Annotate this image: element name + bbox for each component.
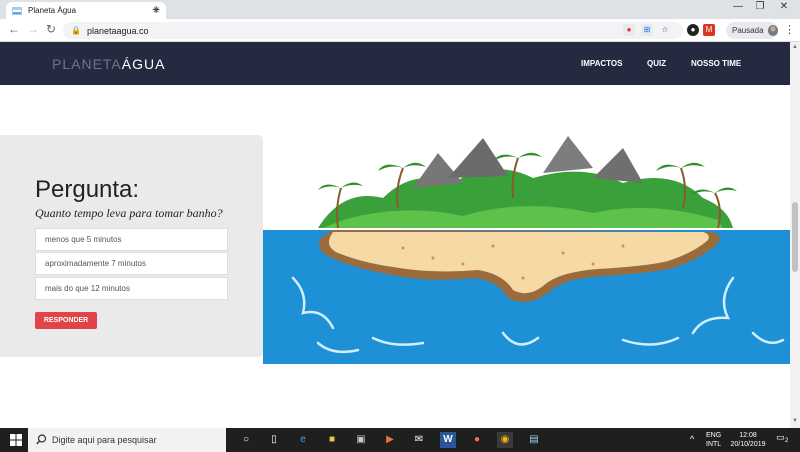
- island-illustration: [263, 136, 790, 364]
- nav-link-quiz[interactable]: QUIZ: [647, 59, 666, 68]
- edge-browser-icon[interactable]: e: [295, 432, 311, 448]
- task-view-icon[interactable]: ▯: [266, 432, 282, 448]
- app-window-icon[interactable]: ▤: [526, 432, 542, 448]
- close-window-button[interactable]: ✕: [773, 1, 795, 12]
- clock[interactable]: 12:08 20/10/2019: [728, 431, 768, 449]
- browser-toolbar: ← → ↻ 🔒 planetaagua.co ● ⊞ ☆ ● M Pausada…: [0, 19, 800, 42]
- profile-button[interactable]: Pausada: [726, 22, 778, 39]
- cortana-icon[interactable]: ○: [238, 432, 254, 448]
- profile-label: Pausada: [732, 26, 764, 35]
- site-navbar: PLANETAÁGUA IMPACTOS QUIZ NOSSO TIME: [0, 42, 790, 85]
- translate-icon[interactable]: ⊞: [641, 24, 653, 36]
- forward-button[interactable]: →: [27, 22, 39, 36]
- lang-top: ENG: [706, 432, 722, 439]
- nav-link-impactos[interactable]: IMPACTOS: [581, 59, 622, 68]
- windows-taskbar: Digite aqui para pesquisar ○ ▯ e ■ ▣ ▶ ✉…: [0, 428, 800, 452]
- url-text: planetaagua.co: [86, 25, 149, 36]
- answer-option[interactable]: aproximadamente 7 minutos: [35, 252, 228, 275]
- clock-date: 20/10/2019: [730, 441, 766, 448]
- scroll-up-icon[interactable]: ▲: [792, 44, 798, 50]
- search-icon: [36, 434, 47, 445]
- responder-button[interactable]: RESPONDER: [35, 312, 97, 329]
- lang-bottom: INTL: [706, 441, 722, 448]
- logo-part-agua: ÁGUA: [121, 56, 166, 72]
- address-bar[interactable]: 🔒 planetaagua.co: [63, 22, 683, 39]
- reload-button[interactable]: ↻: [46, 22, 56, 36]
- answer-option[interactable]: mais do que 12 minutos: [35, 277, 228, 300]
- answer-option[interactable]: menos que 5 minutos: [35, 228, 228, 251]
- page-scrollbar[interactable]: ▲ ▼: [790, 42, 800, 428]
- chrome-icon[interactable]: ◉: [497, 432, 513, 448]
- extension-icon[interactable]: ●: [687, 24, 699, 36]
- browser-menu-icon[interactable]: ⋮: [784, 23, 795, 36]
- scroll-down-icon[interactable]: ▼: [792, 418, 798, 424]
- tab-title: Planeta Água: [28, 6, 77, 15]
- logo-part-planeta: PLANETA: [52, 56, 122, 72]
- nav-link-nosso-time[interactable]: NOSSO TIME: [691, 59, 741, 68]
- bookmark-star-icon[interactable]: ☆: [659, 24, 671, 36]
- browser-tab-strip: Planeta Água ✕ + — ❐ ✕: [0, 0, 800, 19]
- mail-icon[interactable]: ✉: [411, 432, 427, 448]
- minimize-button[interactable]: —: [727, 1, 749, 12]
- quiz-card: Pergunta: Quanto tempo leva para tomar b…: [0, 135, 263, 357]
- site-logo[interactable]: PLANETAÁGUA: [52, 56, 165, 72]
- clock-time: 12:08: [739, 432, 757, 439]
- word-icon[interactable]: W: [440, 432, 456, 448]
- tray-chevron-icon[interactable]: ^: [690, 435, 694, 444]
- back-button[interactable]: ←: [8, 22, 20, 36]
- firefox-icon[interactable]: ●: [469, 432, 485, 448]
- store-icon[interactable]: ▣: [353, 432, 369, 448]
- language-indicator[interactable]: ENG INTL: [706, 431, 721, 449]
- file-explorer-icon[interactable]: ■: [324, 432, 340, 448]
- search-placeholder: Digite aqui para pesquisar: [52, 435, 157, 445]
- page-content: PLANETAÁGUA IMPACTOS QUIZ NOSSO TIME Per…: [0, 42, 790, 428]
- site-favicon-icon: [12, 6, 22, 15]
- scroll-thumb[interactable]: [792, 202, 798, 272]
- avatar: [767, 25, 778, 36]
- question-heading: Pergunta:: [35, 176, 140, 203]
- extension-m-icon[interactable]: M: [703, 24, 715, 36]
- blocked-popup-icon[interactable]: ●: [623, 24, 635, 36]
- notification-center-icon[interactable]: ▭: [776, 433, 785, 442]
- notification-count: 2: [785, 438, 789, 444]
- question-text: Quanto tempo leva para tomar banho?: [35, 206, 223, 220]
- media-player-icon[interactable]: ▶: [382, 432, 398, 448]
- windows-start-icon[interactable]: [10, 434, 22, 446]
- taskbar-search-input[interactable]: Digite aqui para pesquisar: [28, 428, 226, 452]
- new-tab-button[interactable]: +: [152, 1, 160, 17]
- lock-icon: 🔒: [71, 26, 81, 35]
- browser-tab[interactable]: Planeta Água ✕: [6, 2, 166, 19]
- restore-button[interactable]: ❐: [749, 1, 771, 12]
